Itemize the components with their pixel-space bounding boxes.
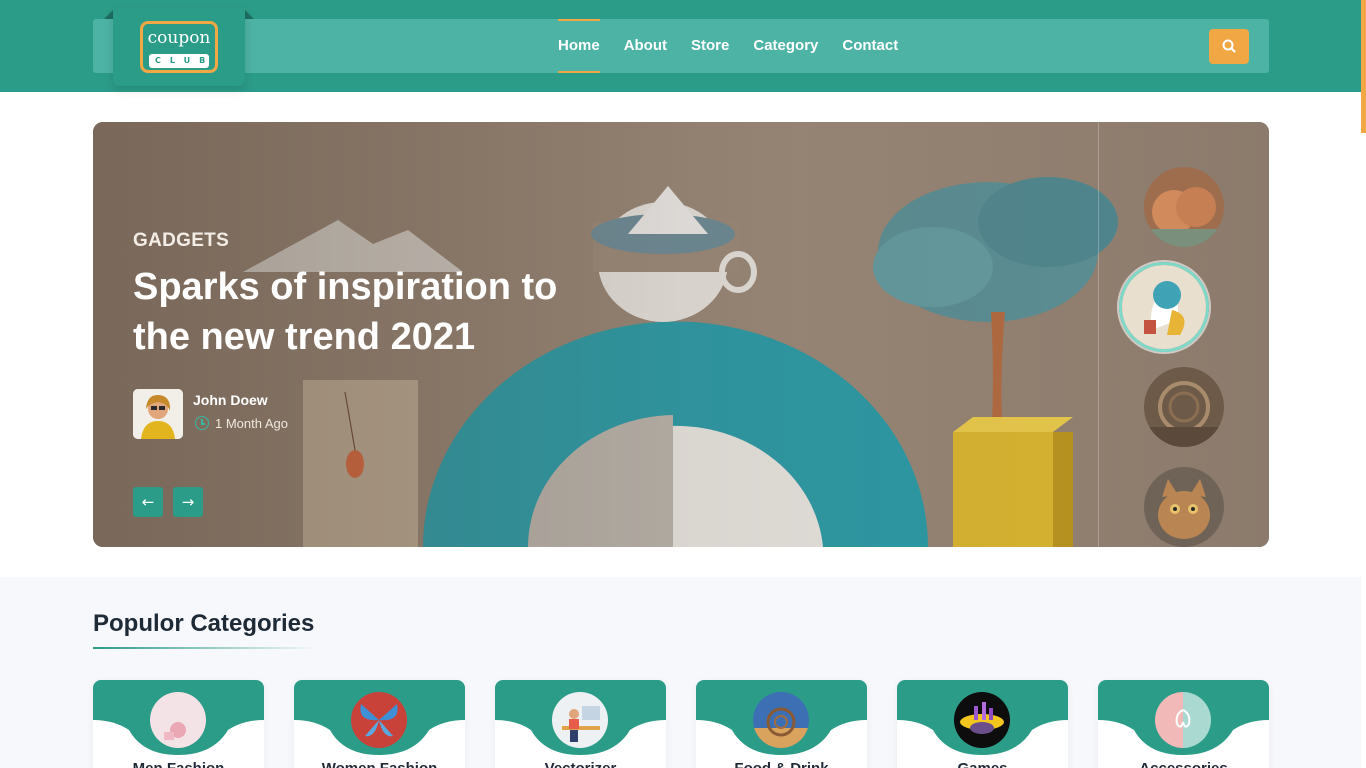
hero-category[interactable]: GADGETS	[133, 230, 229, 252]
category-label: Games	[897, 760, 1068, 768]
category-card-men-fashion[interactable]: Men Fashion	[93, 680, 264, 768]
slide-thumbnail-2[interactable]	[1119, 262, 1209, 352]
category-label: Men Fashion	[93, 760, 264, 768]
logo-ribbon-right	[245, 10, 254, 19]
scroll-progress-bar	[1361, 0, 1366, 133]
title-underline	[93, 647, 318, 649]
arrow-left-icon: ←	[141, 493, 155, 511]
category-label: Accessories	[1098, 760, 1269, 768]
logo-ribbon-left	[104, 10, 113, 19]
slide-thumbnail-3[interactable]	[1144, 367, 1224, 447]
nav-home[interactable]: Home	[558, 19, 600, 73]
hero-title[interactable]: Sparks of inspiration to the new trend 2…	[133, 262, 603, 362]
category-card-vectorizer[interactable]: Vectorizer	[495, 680, 666, 768]
category-image	[954, 692, 1010, 748]
logo-text-top: coupon	[147, 28, 211, 48]
category-label: Women Fashion	[294, 760, 465, 768]
logo-text-bottom: CLUB	[149, 54, 209, 68]
author-avatar	[133, 389, 183, 439]
logo-badge: coupon CLUB	[140, 21, 218, 73]
slider-prev-button[interactable]: ←	[133, 487, 163, 517]
categories-title: Populor Categories	[93, 610, 315, 637]
nav-contact[interactable]: Contact	[842, 19, 898, 73]
search-button[interactable]	[1209, 29, 1249, 64]
nav-category[interactable]: Category	[753, 19, 818, 73]
slider-next-button[interactable]: →	[173, 487, 203, 517]
hero-slider: GADGETS Sparks of inspiration to the new…	[93, 122, 1269, 547]
thumbnails-divider	[1098, 122, 1099, 547]
category-image	[1155, 692, 1211, 748]
category-label: Food & Drink	[696, 760, 867, 768]
slide-thumbnail-4[interactable]	[1144, 467, 1224, 547]
author-name[interactable]: John Doew	[193, 392, 268, 408]
category-image	[552, 692, 608, 748]
category-card-food-drink[interactable]: Food & Drink	[696, 680, 867, 768]
site-logo[interactable]: coupon CLUB	[113, 8, 245, 86]
clock-icon	[195, 416, 209, 430]
nav-about[interactable]: About	[624, 19, 667, 73]
main-menu: Home About Store Category Contact	[558, 19, 898, 73]
category-card-accessories[interactable]: Accessories	[1098, 680, 1269, 768]
category-card-women-fashion[interactable]: Women Fashion	[294, 680, 465, 768]
category-image	[351, 692, 407, 748]
category-label: Vectorizer	[495, 760, 666, 768]
slide-thumbnail-1[interactable]	[1144, 167, 1224, 247]
category-card-games[interactable]: Games	[897, 680, 1068, 768]
category-image	[753, 692, 809, 748]
search-icon	[1222, 39, 1236, 53]
nav-store[interactable]: Store	[691, 19, 729, 73]
post-time: 1 Month Ago	[215, 416, 288, 431]
arrow-right-icon: →	[181, 493, 195, 511]
category-image	[150, 692, 206, 748]
